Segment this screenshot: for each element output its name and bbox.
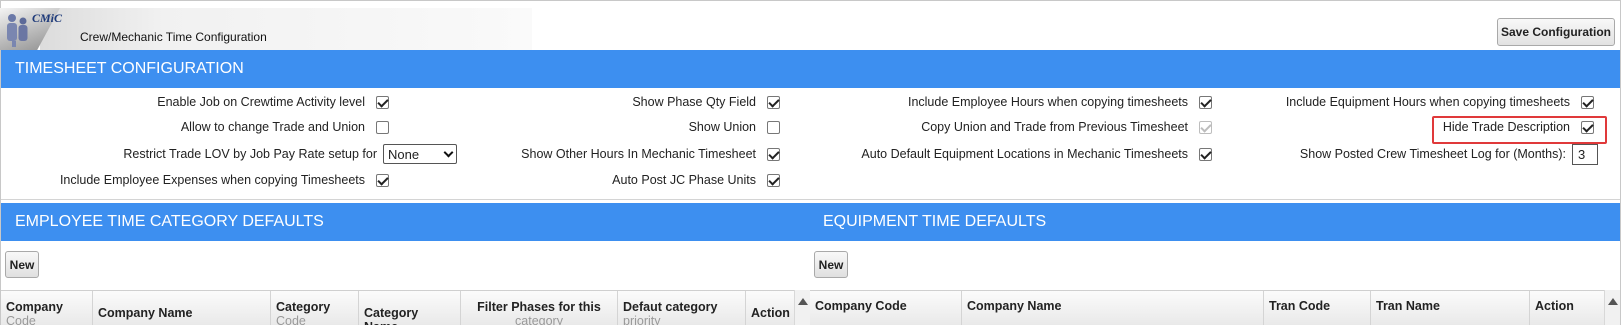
setting-copy-union-trade: Copy Union and Trade from Previous Times… [921, 117, 1212, 137]
column-label: Action [1535, 299, 1574, 313]
employee-time-defaults-header: EMPLOYEE TIME CATEGORY DEFAULTS [1, 203, 809, 241]
setting-restrict-trade-lov: Restrict Trade LOV by Job Pay Rate setup… [123, 144, 457, 164]
column-sublabel: category [515, 314, 563, 325]
setting-label: Include Employee Hours when copying time… [907, 95, 1188, 109]
highlight-box [1432, 116, 1607, 144]
column-header-category-name[interactable]: Category Name [359, 291, 461, 325]
column-header-tran-code[interactable]: Tran Code [1264, 291, 1371, 325]
chevron-down-icon [443, 147, 454, 157]
timesheet-configuration-header: TIMESHEET CONFIGURATION [1, 50, 1620, 88]
save-configuration-button[interactable]: Save Configuration [1497, 18, 1615, 46]
setting-label: Restrict Trade LOV by Job Pay Rate setup… [123, 147, 377, 161]
column-label: Defaut category [623, 300, 718, 314]
setting-label: Include Employee Expenses when copying T… [59, 173, 365, 187]
app-title: Crew/Mechanic Time Configuration [80, 30, 267, 44]
setting-show-phase-qty: Show Phase Qty Field [632, 92, 780, 112]
column-label: Tran Code [1269, 299, 1331, 313]
column-header-filter-phases[interactable]: Filter Phases for this category [461, 291, 618, 325]
column-label: Tran Name [1376, 299, 1440, 313]
setting-include-equipment-hours: Include Equipment Hours when copying tim… [1286, 92, 1594, 112]
setting-label: Auto Post JC Phase Units [612, 173, 756, 187]
restrict-trade-lov-select[interactable]: None [383, 144, 457, 164]
setting-label: Show Posted Crew Timesheet Log for (Mont… [1299, 147, 1566, 161]
setting-include-employee-hours: Include Employee Hours when copying time… [908, 92, 1212, 112]
change-trade-union-checkbox[interactable] [376, 120, 389, 134]
scroll-up-arrow-icon[interactable] [1608, 298, 1618, 305]
column-header-company-name[interactable]: Company Name [93, 291, 271, 325]
column-label: Company Code [815, 299, 907, 313]
section-divider [1, 199, 1620, 200]
show-other-hours-checkbox[interactable] [767, 147, 780, 161]
column-sublabel: Code [6, 314, 36, 325]
column-label: Category Name [364, 306, 419, 325]
column-header-action: Action [1530, 291, 1604, 325]
column-sublabel: priority [623, 314, 661, 325]
setting-enable-job-crewtime: Enable Job on Crewtime Activity level [157, 92, 389, 112]
setting-label: Show Other Hours In Mechanic Timesheet [521, 147, 756, 161]
column-header-company-code[interactable]: Company Code [810, 291, 962, 325]
column-header-default-priority[interactable]: Defaut category priority [618, 291, 746, 325]
column-label: Company Name [967, 299, 1062, 313]
setting-auto-post-jc: Auto Post JC Phase Units [612, 170, 780, 190]
column-header-action: Action [746, 291, 794, 325]
setting-include-employee-expenses: Include Employee Expenses when copying T… [60, 170, 389, 190]
equipment-new-button[interactable]: New [814, 251, 848, 278]
column-label: Category [276, 300, 331, 314]
column-header-category-code[interactable]: Category Code [271, 291, 359, 325]
employee-grid-header: Company Code Company Name Category Code … [1, 290, 794, 325]
column-label: Action [751, 306, 790, 320]
setting-change-trade-union: Allow to change Trade and Union [181, 117, 389, 137]
show-union-checkbox[interactable] [767, 120, 780, 134]
employee-grid-scrollbar[interactable] [794, 290, 810, 325]
setting-label: Show Phase Qty Field [632, 95, 756, 109]
setting-label: Allow to change Trade and Union [180, 120, 365, 134]
equipment-grid-header: Company Code Company Name Tran Code Tran… [810, 290, 1604, 325]
column-header-company-code[interactable]: Company Code [1, 291, 93, 325]
column-label: Company Name [98, 306, 193, 320]
column-header-company-name[interactable]: Company Name [962, 291, 1264, 325]
posted-crew-log-months-input[interactable]: 3 [1572, 143, 1598, 165]
setting-auto-default-equipment: Auto Default Equipment Locations in Mech… [861, 144, 1212, 164]
employee-new-button[interactable]: New [5, 251, 39, 278]
setting-show-union: Show Union [689, 117, 780, 137]
logo-people-icon [7, 14, 28, 47]
equipment-grid-scrollbar[interactable] [1604, 290, 1620, 325]
auto-default-equipment-checkbox[interactable] [1199, 147, 1212, 161]
setting-posted-crew-log-months: Show Posted Crew Timesheet Log for (Mont… [1299, 143, 1598, 165]
column-sublabel: Code [276, 314, 306, 325]
include-equipment-hours-checkbox[interactable] [1581, 95, 1594, 109]
setting-label: Auto Default Equipment Locations in Mech… [861, 147, 1188, 161]
column-label: Company [6, 300, 63, 314]
include-employee-hours-checkbox[interactable] [1199, 95, 1212, 109]
enable-job-crewtime-checkbox[interactable] [376, 95, 389, 109]
header-tab: CMiC Crew/Mechanic Time Configuration [0, 8, 532, 50]
copy-union-trade-checkbox [1199, 120, 1212, 134]
setting-label: Copy Union and Trade from Previous Times… [921, 120, 1188, 134]
equipment-time-defaults-header: EQUIPMENT TIME DEFAULTS [809, 203, 1620, 241]
setting-label: Show Union [688, 120, 756, 134]
logo-text: CMiC [32, 11, 63, 25]
setting-show-other-hours: Show Other Hours In Mechanic Timesheet [521, 144, 780, 164]
setting-label: Enable Job on Crewtime Activity level [157, 95, 365, 109]
show-phase-qty-checkbox[interactable] [767, 95, 780, 109]
column-label: Filter Phases for this [477, 300, 601, 314]
include-employee-expenses-checkbox[interactable] [376, 173, 389, 187]
column-header-tran-name[interactable]: Tran Name [1371, 291, 1530, 325]
scroll-up-arrow-icon[interactable] [798, 298, 808, 305]
setting-label: Include Equipment Hours when copying tim… [1285, 95, 1570, 109]
select-value: None [388, 146, 420, 162]
auto-post-jc-checkbox[interactable] [767, 173, 780, 187]
